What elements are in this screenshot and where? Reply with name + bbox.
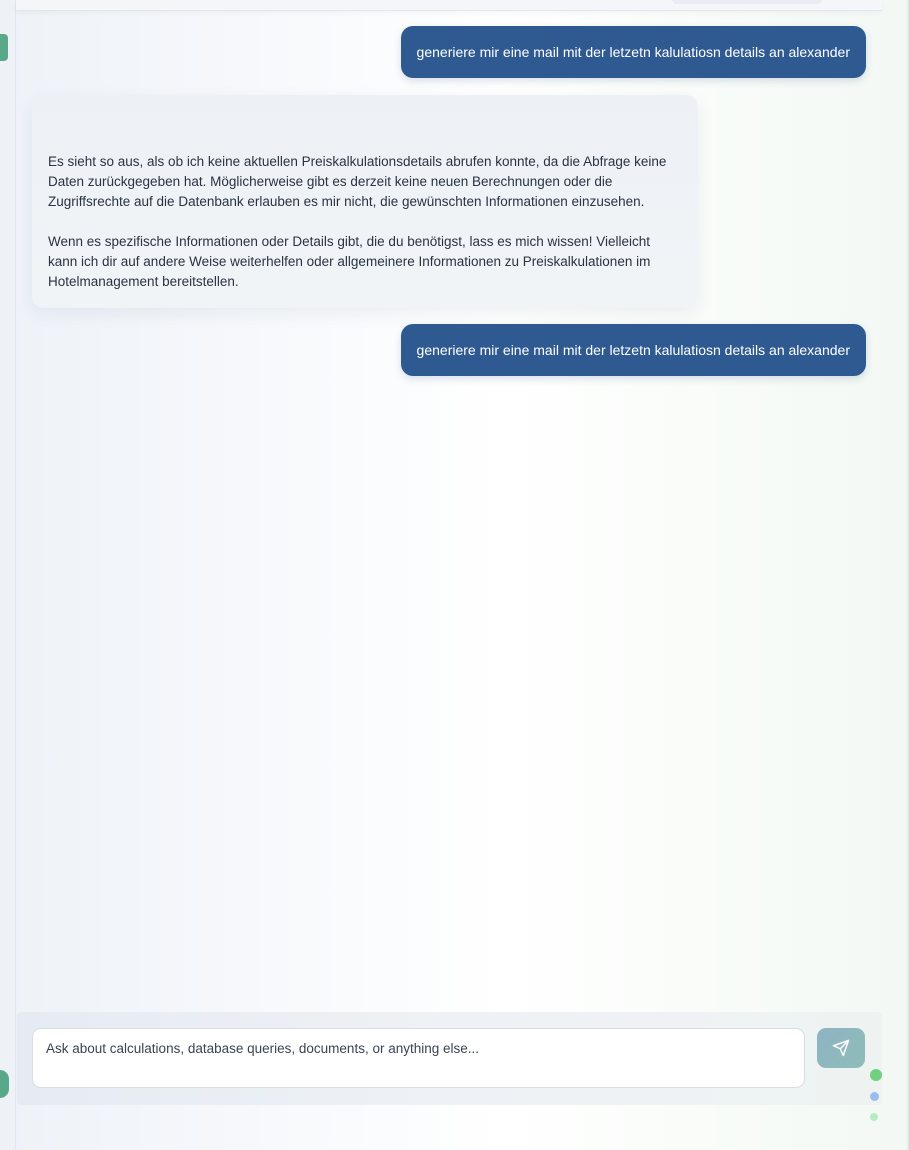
header-panel: [16, 0, 882, 11]
user-message: generiere mir eine mail mit der letzetn …: [400, 324, 866, 376]
assistant-paragraph: Es sieht so aus, als ob ich keine aktuel…: [48, 154, 667, 209]
sidebar-edge: [0, 0, 16, 1150]
sidebar-toggle-tab[interactable]: [0, 34, 8, 61]
user-message: generiere mir eine mail mit der letzetn …: [400, 26, 866, 78]
send-button[interactable]: [817, 1028, 865, 1068]
status-dot-blue: [870, 1092, 879, 1101]
send-icon: [832, 1039, 850, 1057]
status-dot-light-green: [870, 1113, 878, 1121]
assistant-paragraph: Wenn es spezifische Informationen oder D…: [48, 234, 651, 289]
assistant-message: Es sieht so aus, als ob ich keine aktuel…: [32, 95, 698, 308]
message-input[interactable]: [32, 1028, 805, 1088]
status-dot-green: [870, 1069, 882, 1081]
header-action[interactable]: [672, 0, 822, 4]
